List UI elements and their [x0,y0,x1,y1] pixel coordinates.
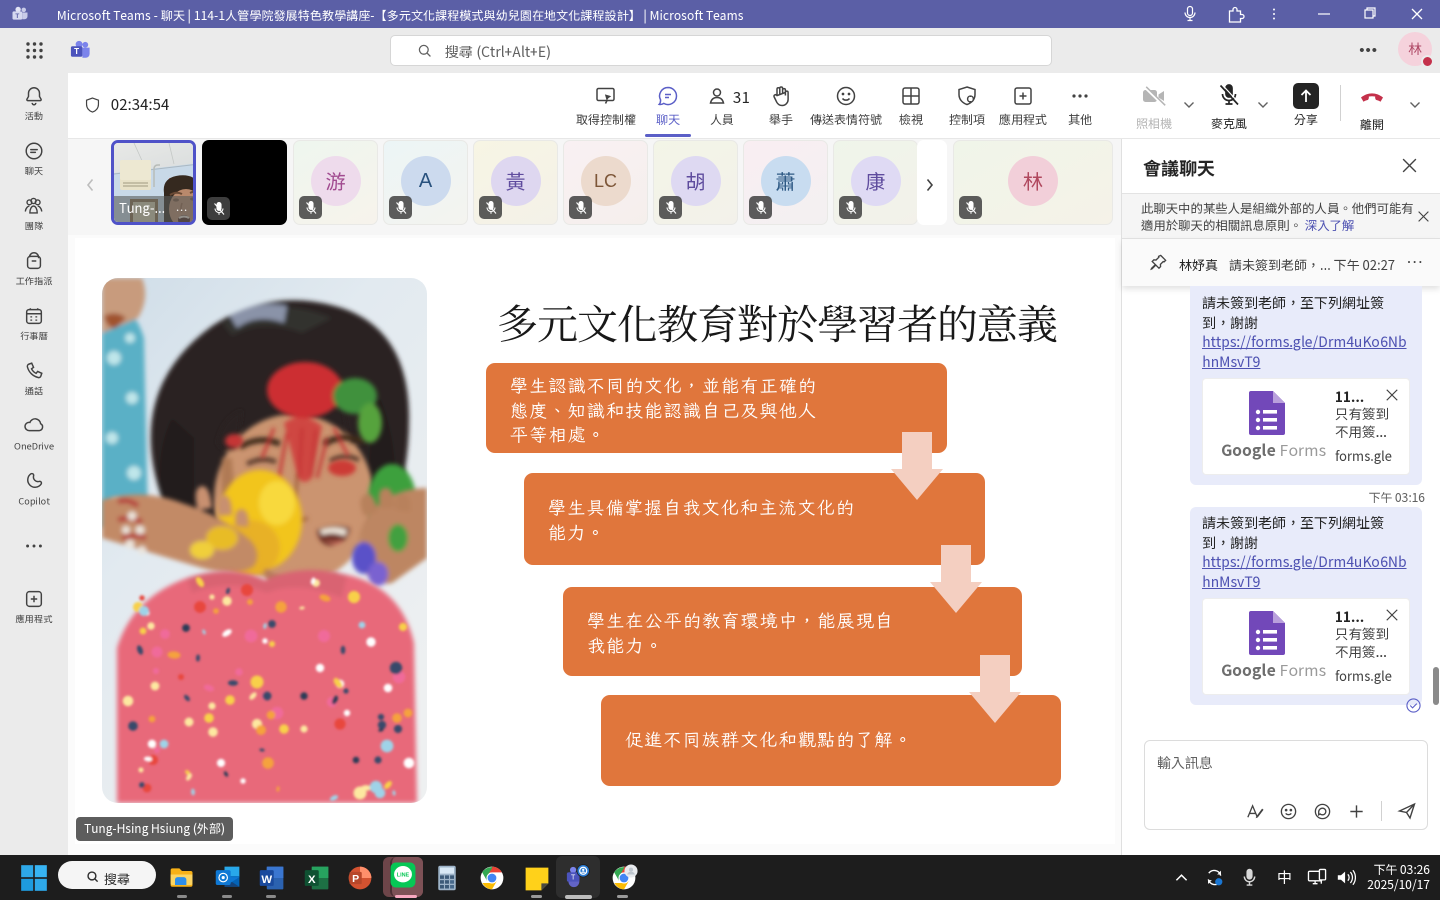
svg-text:LINE: LINE [397,873,410,879]
svg-text:W: W [261,874,272,886]
svg-text:T: T [571,875,576,882]
svg-text:T: T [15,13,19,20]
svg-text:P: P [352,873,359,885]
svg-text:X: X [308,874,316,886]
svg-text:T: T [74,47,79,56]
